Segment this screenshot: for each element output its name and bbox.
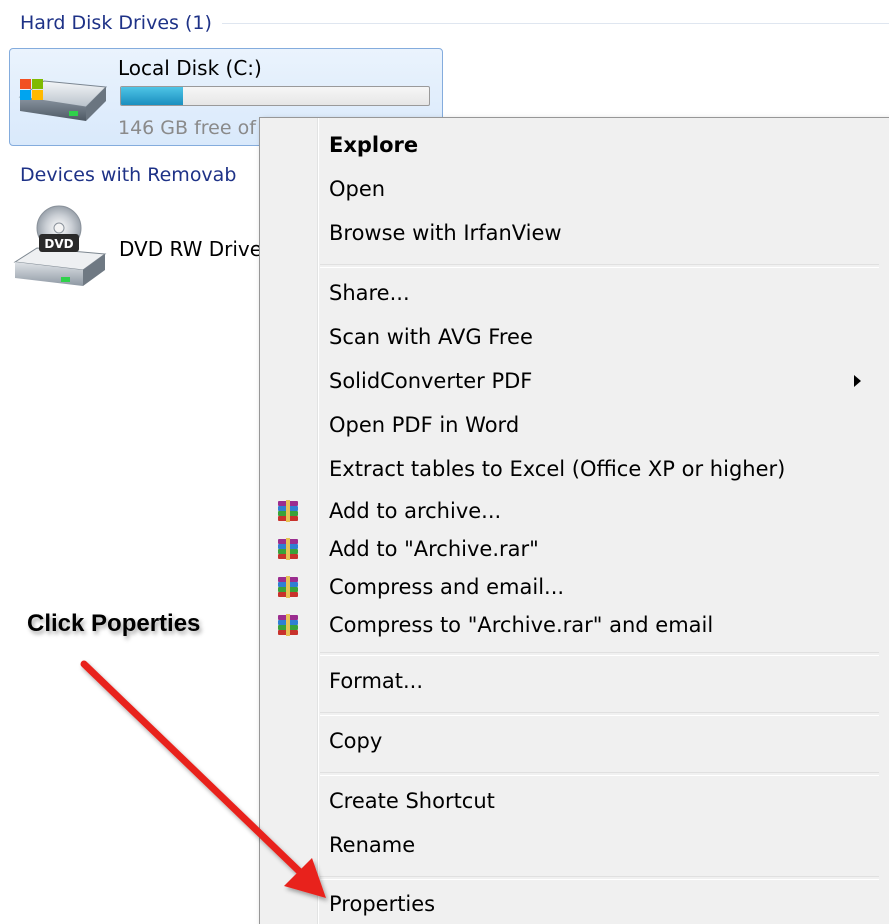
menu-item-label: Scan with AVG Free bbox=[329, 325, 533, 349]
menu-item-add-to-archive[interactable]: Add to archive... bbox=[260, 491, 889, 531]
drive-name: DVD RW Drive bbox=[119, 237, 263, 261]
menu-item-label: Compress and email... bbox=[329, 575, 565, 599]
dvd-badge: DVD bbox=[44, 237, 73, 251]
disk-usage-fill bbox=[121, 87, 183, 105]
menu-item-label: Create Shortcut bbox=[329, 789, 495, 813]
group-title: Devices with Removab bbox=[20, 164, 237, 186]
menu-item-share[interactable]: Share... bbox=[260, 273, 889, 313]
menu-item-label: Compress to "Archive.rar" and email bbox=[329, 613, 714, 637]
menu-item-label: Copy bbox=[329, 729, 383, 753]
dvd-drive-tile[interactable]: DVD DVD RW Drive bbox=[9, 200, 269, 295]
dvd-drive-icon: DVD bbox=[13, 205, 107, 286]
drive-free-space: 146 GB free of bbox=[118, 117, 256, 139]
menu-item-label: Add to "Archive.rar" bbox=[329, 537, 539, 561]
menu-item-label: Add to archive... bbox=[329, 499, 502, 523]
group-divider bbox=[221, 22, 889, 24]
menu-item-label: Properties bbox=[329, 892, 436, 916]
annotation-click-properties: Click Poperties bbox=[27, 610, 201, 637]
group-title: Hard Disk Drives (1) bbox=[20, 12, 212, 34]
context-menu: Explore Open Browse with IrfanView Share… bbox=[259, 117, 889, 924]
menu-item-explore[interactable]: Explore bbox=[260, 125, 889, 165]
menu-item-label: Open PDF in Word bbox=[329, 413, 520, 437]
menu-item-label: Extract tables to Excel (Office XP or hi… bbox=[329, 457, 786, 481]
menu-item-label: Browse with IrfanView bbox=[329, 221, 562, 245]
menu-item-compress-and-email[interactable]: Compress and email... bbox=[260, 567, 889, 607]
menu-item-add-to-archive-rar[interactable]: Add to "Archive.rar" bbox=[260, 529, 889, 569]
hard-disk-drives-group-header[interactable]: Hard Disk Drives (1) bbox=[20, 9, 889, 37]
menu-item-extract-tables-to-excel[interactable]: Extract tables to Excel (Office XP or hi… bbox=[260, 449, 889, 489]
menu-item-create-shortcut[interactable]: Create Shortcut bbox=[260, 781, 889, 821]
menu-separator bbox=[320, 876, 879, 880]
disk-usage-bar bbox=[120, 86, 430, 106]
menu-item-compress-to-archive-rar-and-email[interactable]: Compress to "Archive.rar" and email bbox=[260, 605, 889, 645]
winrar-icon bbox=[278, 538, 298, 560]
menu-item-label: Format... bbox=[329, 669, 424, 693]
menu-item-label: Share... bbox=[329, 281, 410, 305]
winrar-icon bbox=[278, 500, 298, 522]
menu-item-properties[interactable]: Properties bbox=[260, 884, 889, 924]
menu-item-label: Rename bbox=[329, 833, 416, 857]
menu-item-open-pdf-in-word[interactable]: Open PDF in Word bbox=[260, 405, 889, 445]
menu-separator bbox=[320, 772, 879, 776]
menu-item-scan-with-avg[interactable]: Scan with AVG Free bbox=[260, 317, 889, 357]
menu-item-label: SolidConverter PDF bbox=[329, 369, 533, 393]
menu-item-format[interactable]: Format... bbox=[260, 661, 889, 701]
menu-separator bbox=[320, 652, 879, 656]
winrar-icon bbox=[278, 614, 298, 636]
hard-drive-windows-icon bbox=[18, 79, 108, 121]
menu-item-open[interactable]: Open bbox=[260, 169, 889, 209]
menu-item-rename[interactable]: Rename bbox=[260, 825, 889, 865]
menu-item-solidconverter-pdf[interactable]: SolidConverter PDF bbox=[260, 361, 889, 401]
drive-name: Local Disk (C:) bbox=[118, 56, 262, 80]
submenu-arrow-icon bbox=[854, 375, 861, 387]
menu-item-copy[interactable]: Copy bbox=[260, 721, 889, 761]
menu-item-browse-with-irfanview[interactable]: Browse with IrfanView bbox=[260, 213, 889, 253]
menu-separator bbox=[320, 264, 879, 268]
menu-separator bbox=[320, 712, 879, 716]
winrar-icon bbox=[278, 576, 298, 598]
menu-item-label: Explore bbox=[329, 133, 419, 157]
menu-item-label: Open bbox=[329, 177, 386, 201]
